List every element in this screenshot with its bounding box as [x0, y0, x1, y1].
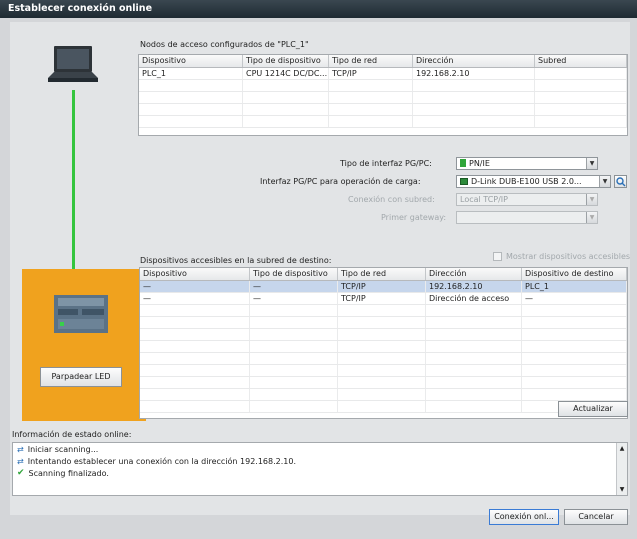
col-device-type[interactable]: Tipo de dispositivo	[250, 268, 338, 280]
chevron-down-icon[interactable]: ▼	[617, 484, 627, 495]
chevron-down-icon[interactable]: ▼	[586, 158, 597, 169]
pgpc-interface-select[interactable]: D-Link DUB-E100 USB 2.0... ▼	[456, 175, 611, 188]
configured-caption: Nodos de acceso configurados de "PLC_1"	[140, 40, 309, 49]
col-address[interactable]: Dirección	[426, 268, 522, 280]
col-device[interactable]: Dispositivo	[139, 55, 243, 67]
cell-address: Dirección de acceso	[426, 293, 522, 304]
network-scan-icon: ⇄	[17, 456, 24, 466]
cell-target-device: —	[522, 293, 627, 304]
show-all-checkbox[interactable]	[493, 252, 502, 261]
table-row	[140, 353, 627, 365]
col-device-type[interactable]: Tipo de dispositivo	[243, 55, 329, 67]
target-device-panel: Parpadear LED	[22, 269, 146, 421]
gateway-label: Primer gateway:	[381, 213, 447, 222]
chevron-down-icon: ▼	[586, 194, 597, 205]
table-row	[139, 80, 627, 92]
cell-device: —	[140, 293, 250, 304]
table-row	[140, 317, 627, 329]
gateway-select: ▼	[456, 211, 598, 224]
cancel-button[interactable]: Cancelar	[564, 509, 628, 525]
table-row	[140, 365, 627, 377]
table-row[interactable]: — — TCP/IP 192.168.2.10 PLC_1	[140, 281, 627, 293]
interface-type-label: Tipo de interfaz PG/PC:	[340, 159, 432, 168]
network-card-icon	[460, 178, 468, 185]
col-network-type[interactable]: Tipo de red	[338, 268, 426, 280]
table-row	[139, 92, 627, 104]
table-row	[140, 401, 627, 413]
status-scrollbar[interactable]: ▲ ▼	[616, 443, 627, 495]
col-subnet[interactable]: Subred	[535, 55, 627, 67]
network-scan-icon: ⇄	[17, 444, 24, 454]
configured-table: Dispositivo Tipo de dispositivo Tipo de …	[138, 54, 628, 136]
chevron-down-icon: ▼	[586, 212, 597, 223]
dialog-body: Nodos de acceso configurados de "PLC_1" …	[10, 22, 631, 525]
configured-header: Dispositivo Tipo de dispositivo Tipo de …	[139, 55, 627, 68]
pgpc-interface-value: D-Link DUB-E100 USB 2.0...	[471, 177, 582, 186]
update-button[interactable]: Actualizar	[558, 401, 628, 417]
list-item: ✔ Scanning finalizado.	[13, 467, 627, 479]
interface-type-value: PN/IE	[469, 159, 490, 168]
table-row	[140, 377, 627, 389]
cell-device: PLC_1	[139, 68, 243, 79]
list-item: ⇄ Intentando establecer una conexión con …	[13, 455, 627, 467]
connect-online-button[interactable]: Conexión onl...	[489, 509, 559, 525]
interface-type-select[interactable]: PN/IE ▼	[456, 157, 598, 170]
status-caption: Información de estado online:	[12, 430, 132, 439]
cell-device-type: CPU 1214C DC/DC...	[243, 68, 329, 79]
cell-device-type: —	[250, 293, 338, 304]
chevron-up-icon[interactable]: ▲	[617, 443, 627, 454]
plc-icon	[50, 293, 112, 335]
subnet-select: Local TCP/IP ▼	[456, 193, 598, 206]
col-device[interactable]: Dispositivo	[140, 268, 250, 280]
cell-device: —	[140, 281, 250, 292]
cell-subnet	[535, 68, 627, 79]
table-row	[140, 329, 627, 341]
checkmark-icon: ✔	[17, 468, 25, 478]
network-icon	[460, 159, 466, 167]
cell-target-device: PLC_1	[522, 281, 627, 292]
list-item: ⇄ Iniciar scanning...	[13, 443, 627, 455]
cell-network-type: TCP/IP	[329, 68, 413, 79]
status-log: ⇄ Iniciar scanning... ⇄ Intentando estable…	[12, 442, 628, 496]
pgpc-interface-label: Interfaz PG/PC para operación de carga:	[260, 177, 421, 186]
status-line: Intentando establecer una conexión con l…	[27, 456, 297, 466]
table-row	[139, 116, 627, 128]
chevron-down-icon[interactable]: ▼	[599, 176, 610, 187]
show-all-label: Mostrar dispositivos accesibles	[506, 252, 631, 261]
accessible-table: Dispositivo Tipo de dispositivo Tipo de …	[139, 267, 628, 419]
accessible-header: Dispositivo Tipo de dispositivo Tipo de …	[140, 268, 627, 281]
col-address[interactable]: Dirección	[413, 55, 535, 67]
status-line: Scanning finalizado.	[28, 468, 109, 478]
col-target-device[interactable]: Dispositivo de destino	[522, 268, 627, 280]
cell-network-type: TCP/IP	[338, 293, 426, 304]
subnet-label: Conexión con subred:	[348, 195, 435, 204]
table-row	[139, 104, 627, 116]
table-row[interactable]: — — TCP/IP Dirección de acceso —	[140, 293, 627, 305]
interface-properties-icon[interactable]	[614, 175, 627, 188]
subnet-value: Local TCP/IP	[460, 195, 508, 204]
laptop-icon	[48, 44, 98, 90]
table-row	[140, 305, 627, 317]
blink-led-button[interactable]: Parpadear LED	[40, 367, 122, 387]
cell-address: 192.168.2.10	[413, 68, 535, 79]
cell-device-type: —	[250, 281, 338, 292]
table-row	[140, 389, 627, 401]
cell-network-type: TCP/IP	[338, 281, 426, 292]
cell-address: 192.168.2.10	[426, 281, 522, 292]
table-row	[140, 341, 627, 353]
table-row[interactable]: PLC_1 CPU 1214C DC/DC... TCP/IP 192.168.…	[139, 68, 627, 80]
connection-line	[72, 90, 75, 272]
window-title: Establecer conexión online	[0, 0, 637, 18]
status-line: Iniciar scanning...	[27, 444, 99, 454]
col-network-type[interactable]: Tipo de red	[329, 55, 413, 67]
accessible-caption: Dispositivos accesibles en la subred de …	[140, 256, 332, 265]
